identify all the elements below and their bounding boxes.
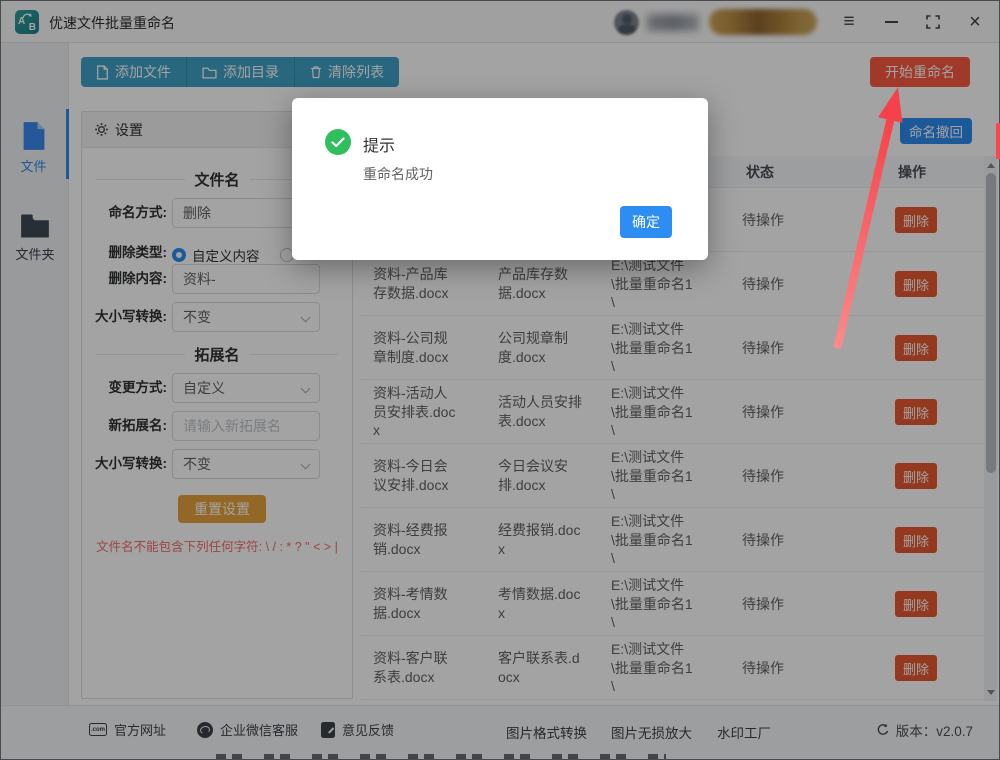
dialog-ok-button[interactable]: 确定 bbox=[620, 206, 672, 238]
red-edge-sliver bbox=[996, 123, 1000, 159]
success-check-icon bbox=[325, 129, 351, 155]
dialog-message: 重命名成功 bbox=[363, 166, 433, 182]
dialog-title: 提示 bbox=[363, 138, 396, 155]
